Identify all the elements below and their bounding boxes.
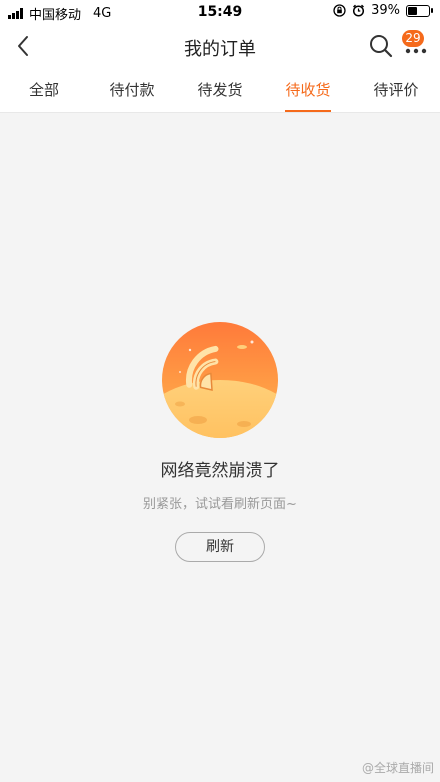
message-badge: 29	[402, 30, 424, 47]
search-button[interactable]	[368, 33, 394, 59]
status-bar: 中国移动 4G 15:49 39%	[0, 0, 440, 24]
nav-bar: 我的订单 29	[0, 24, 440, 68]
status-right: 39%	[333, 3, 433, 18]
error-subtitle: 别紧张，试试看刷新页面~	[143, 497, 297, 512]
error-title: 网络竟然崩溃了	[160, 461, 280, 481]
tab-pending-receipt[interactable]: 待收货	[264, 68, 352, 112]
refresh-button[interactable]: 刷新	[175, 532, 265, 562]
wifi-broken-planet-illustration	[162, 322, 278, 438]
watermark: @全球直播间	[361, 761, 434, 775]
network-error-state: 网络竟然崩溃了 别紧张，试试看刷新页面~ 刷新	[0, 320, 440, 562]
battery-percent: 39%	[371, 3, 400, 18]
alarm-icon	[353, 4, 365, 17]
tab-pending-review[interactable]: 待评价	[352, 68, 440, 112]
tab-pending-payment[interactable]: 待付款	[88, 68, 176, 112]
battery-icon	[406, 4, 433, 17]
tab-all[interactable]: 全部	[0, 68, 88, 112]
tab-pending-shipment[interactable]: 待发货	[176, 68, 264, 112]
order-tabs: 全部 待付款 待发货 待收货 待评价	[0, 68, 440, 113]
more-button[interactable]: 29	[400, 30, 432, 59]
search-icon	[370, 35, 393, 58]
lock-rotation-icon	[333, 4, 346, 17]
